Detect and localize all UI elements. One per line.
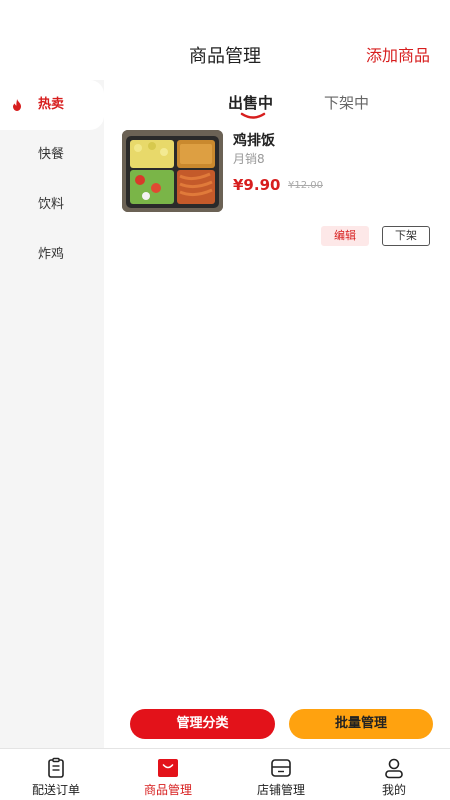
sidebar-item-label: 饮料 [38,197,65,212]
shopping-bag-icon [158,759,178,777]
product-price: ¥9.90 [233,176,281,194]
category-sidebar: 热卖 快餐 饮料 炸鸡 [0,80,104,748]
edit-button[interactable]: 编辑 [321,226,369,246]
tab-active-indicator [240,112,266,119]
sidebar-item-label: 炸鸡 [38,247,65,262]
manage-category-button[interactable]: 管理分类 [130,709,275,739]
tab-off-shelf[interactable]: 下架中 [324,92,369,113]
product-image [122,130,223,212]
clipboard-icon [48,757,64,778]
add-product-button[interactable]: 添加商品 [366,42,430,66]
header: 商品管理 添加商品 [0,0,450,90]
original-price: ¥12.00 [288,180,323,191]
product-card: 鸡排饭 月销8 ¥9.90 ¥12.00 编辑 下架 [122,128,434,248]
batch-manage-button[interactable]: 批量管理 [289,709,433,739]
sidebar-item-hot[interactable]: 热卖 [0,80,104,130]
nav-label: 配送订单 [31,783,80,797]
sidebar-item-fried-chicken[interactable]: 炸鸡 [0,230,104,280]
store-icon [271,759,291,777]
sidebar-item-label: 热卖 [38,97,65,112]
nav-item-store[interactable]: 店铺管理 [225,749,337,800]
status-tabs: 出售中 下架中 [104,86,450,122]
bottom-nav: 配送订单 商品管理 店铺管理 我的 [0,748,450,800]
nav-label: 商品管理 [143,783,192,797]
tab-on-sale[interactable]: 出售中 [228,92,273,113]
sidebar-item-label: 快餐 [38,147,65,162]
nav-label: 店铺管理 [256,783,305,797]
sidebar-item-fastfood[interactable]: 快餐 [0,130,104,180]
nav-item-products[interactable]: 商品管理 [112,749,224,800]
sidebar-item-drinks[interactable]: 饮料 [0,180,104,230]
user-icon [385,758,403,779]
nav-item-delivery-orders[interactable]: 配送订单 [0,749,112,800]
product-name: 鸡排饭 [233,133,275,149]
take-offshelf-button[interactable]: 下架 [382,226,430,246]
nav-item-mine[interactable]: 我的 [338,749,450,800]
fire-icon [13,99,21,111]
nav-label: 我的 [381,783,406,797]
monthly-sales: 月销8 [233,152,265,166]
